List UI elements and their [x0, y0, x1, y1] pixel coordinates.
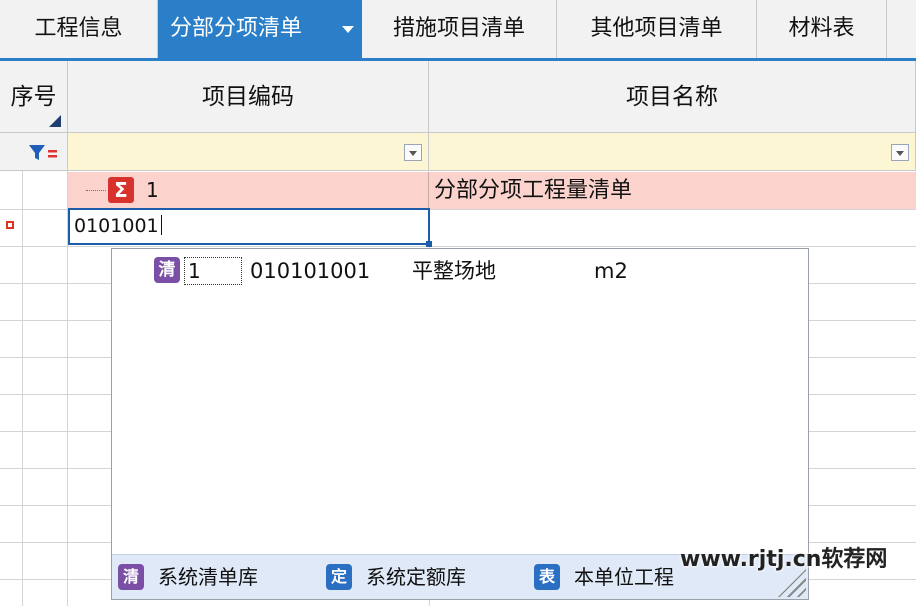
- column-header-name[interactable]: 项目名称: [429, 61, 916, 133]
- filter-name[interactable]: [429, 133, 916, 171]
- summary-row-name: 分部分项工程量清单: [434, 178, 633, 203]
- filter-row-header: [0, 133, 68, 171]
- text-caret: [160, 215, 162, 235]
- filter-dropdown-button[interactable]: [891, 144, 909, 161]
- row-divider: [0, 246, 916, 247]
- tab-project-info[interactable]: 工程信息: [0, 0, 158, 58]
- filter-code[interactable]: [68, 133, 429, 171]
- column-divider: [22, 171, 23, 606]
- tab-overflow[interactable]: [887, 0, 916, 58]
- tab-label: 其他项目清单: [590, 16, 723, 41]
- system-quota-library-button[interactable]: 定 系统定额库: [326, 555, 516, 599]
- tab-other-items[interactable]: 其他项目清单: [557, 0, 757, 58]
- current-row-marker-icon: [6, 221, 14, 229]
- suggestion-code: 010101001: [250, 259, 371, 283]
- tab-label: 材料表: [788, 16, 855, 41]
- sigma-icon: Σ: [108, 177, 134, 203]
- column-divider: [428, 172, 429, 209]
- suggestion-unit: m2: [594, 259, 628, 283]
- system-bill-library-button[interactable]: 清 系统清单库: [118, 555, 308, 599]
- tab-label: 分部分项清单: [170, 16, 303, 41]
- header-label: 项目名称: [626, 84, 718, 110]
- quota-library-icon: 定: [326, 564, 352, 590]
- suggestion-item[interactable]: 清 1 010101001 平整场地 m2: [112, 255, 808, 287]
- header-label: 项目编码: [202, 84, 294, 110]
- column-header-seq[interactable]: 序号: [0, 61, 68, 133]
- column-header-code[interactable]: 项目编码: [68, 61, 429, 133]
- resize-grip-icon[interactable]: [778, 569, 806, 597]
- select-all-corner[interactable]: [49, 115, 61, 127]
- chevron-down-icon[interactable]: [342, 26, 354, 33]
- cell-fill-handle[interactable]: [426, 241, 432, 247]
- unit-project-icon: 表: [534, 564, 560, 590]
- bill-item-icon: 清: [154, 257, 180, 283]
- tree-connector: [86, 190, 106, 191]
- tab-label: 措施项目清单: [392, 16, 525, 41]
- footer-button-label: 本单位工程: [574, 565, 674, 589]
- tab-materials[interactable]: 材料表: [757, 0, 887, 58]
- watermark: www.rjtj.cn软荐网: [680, 547, 888, 572]
- footer-button-label: 系统定额库: [366, 565, 466, 589]
- tab-label: 工程信息: [34, 16, 123, 41]
- code-input[interactable]: 0101001: [68, 208, 430, 245]
- bill-library-icon: 清: [118, 564, 144, 590]
- summary-row-number: 1: [146, 178, 159, 202]
- tab-bill-of-quantities[interactable]: 分部分项清单: [158, 0, 362, 58]
- footer-button-label: 系统清单库: [158, 565, 258, 589]
- tab-bar: 工程信息 分部分项清单 措施项目清单 其他项目清单 材料表: [0, 0, 916, 61]
- tab-measures[interactable]: 措施项目清单: [362, 0, 557, 58]
- suggestion-number: 1: [184, 257, 242, 285]
- header-label: 序号: [10, 84, 57, 110]
- suggestion-name: 平整场地: [412, 259, 496, 283]
- summary-row[interactable]: Σ 1 分部分项工程量清单: [68, 172, 916, 209]
- filter-dropdown-button[interactable]: [404, 144, 422, 161]
- filter-icon[interactable]: [28, 143, 60, 163]
- code-input-value: 0101001: [74, 215, 159, 237]
